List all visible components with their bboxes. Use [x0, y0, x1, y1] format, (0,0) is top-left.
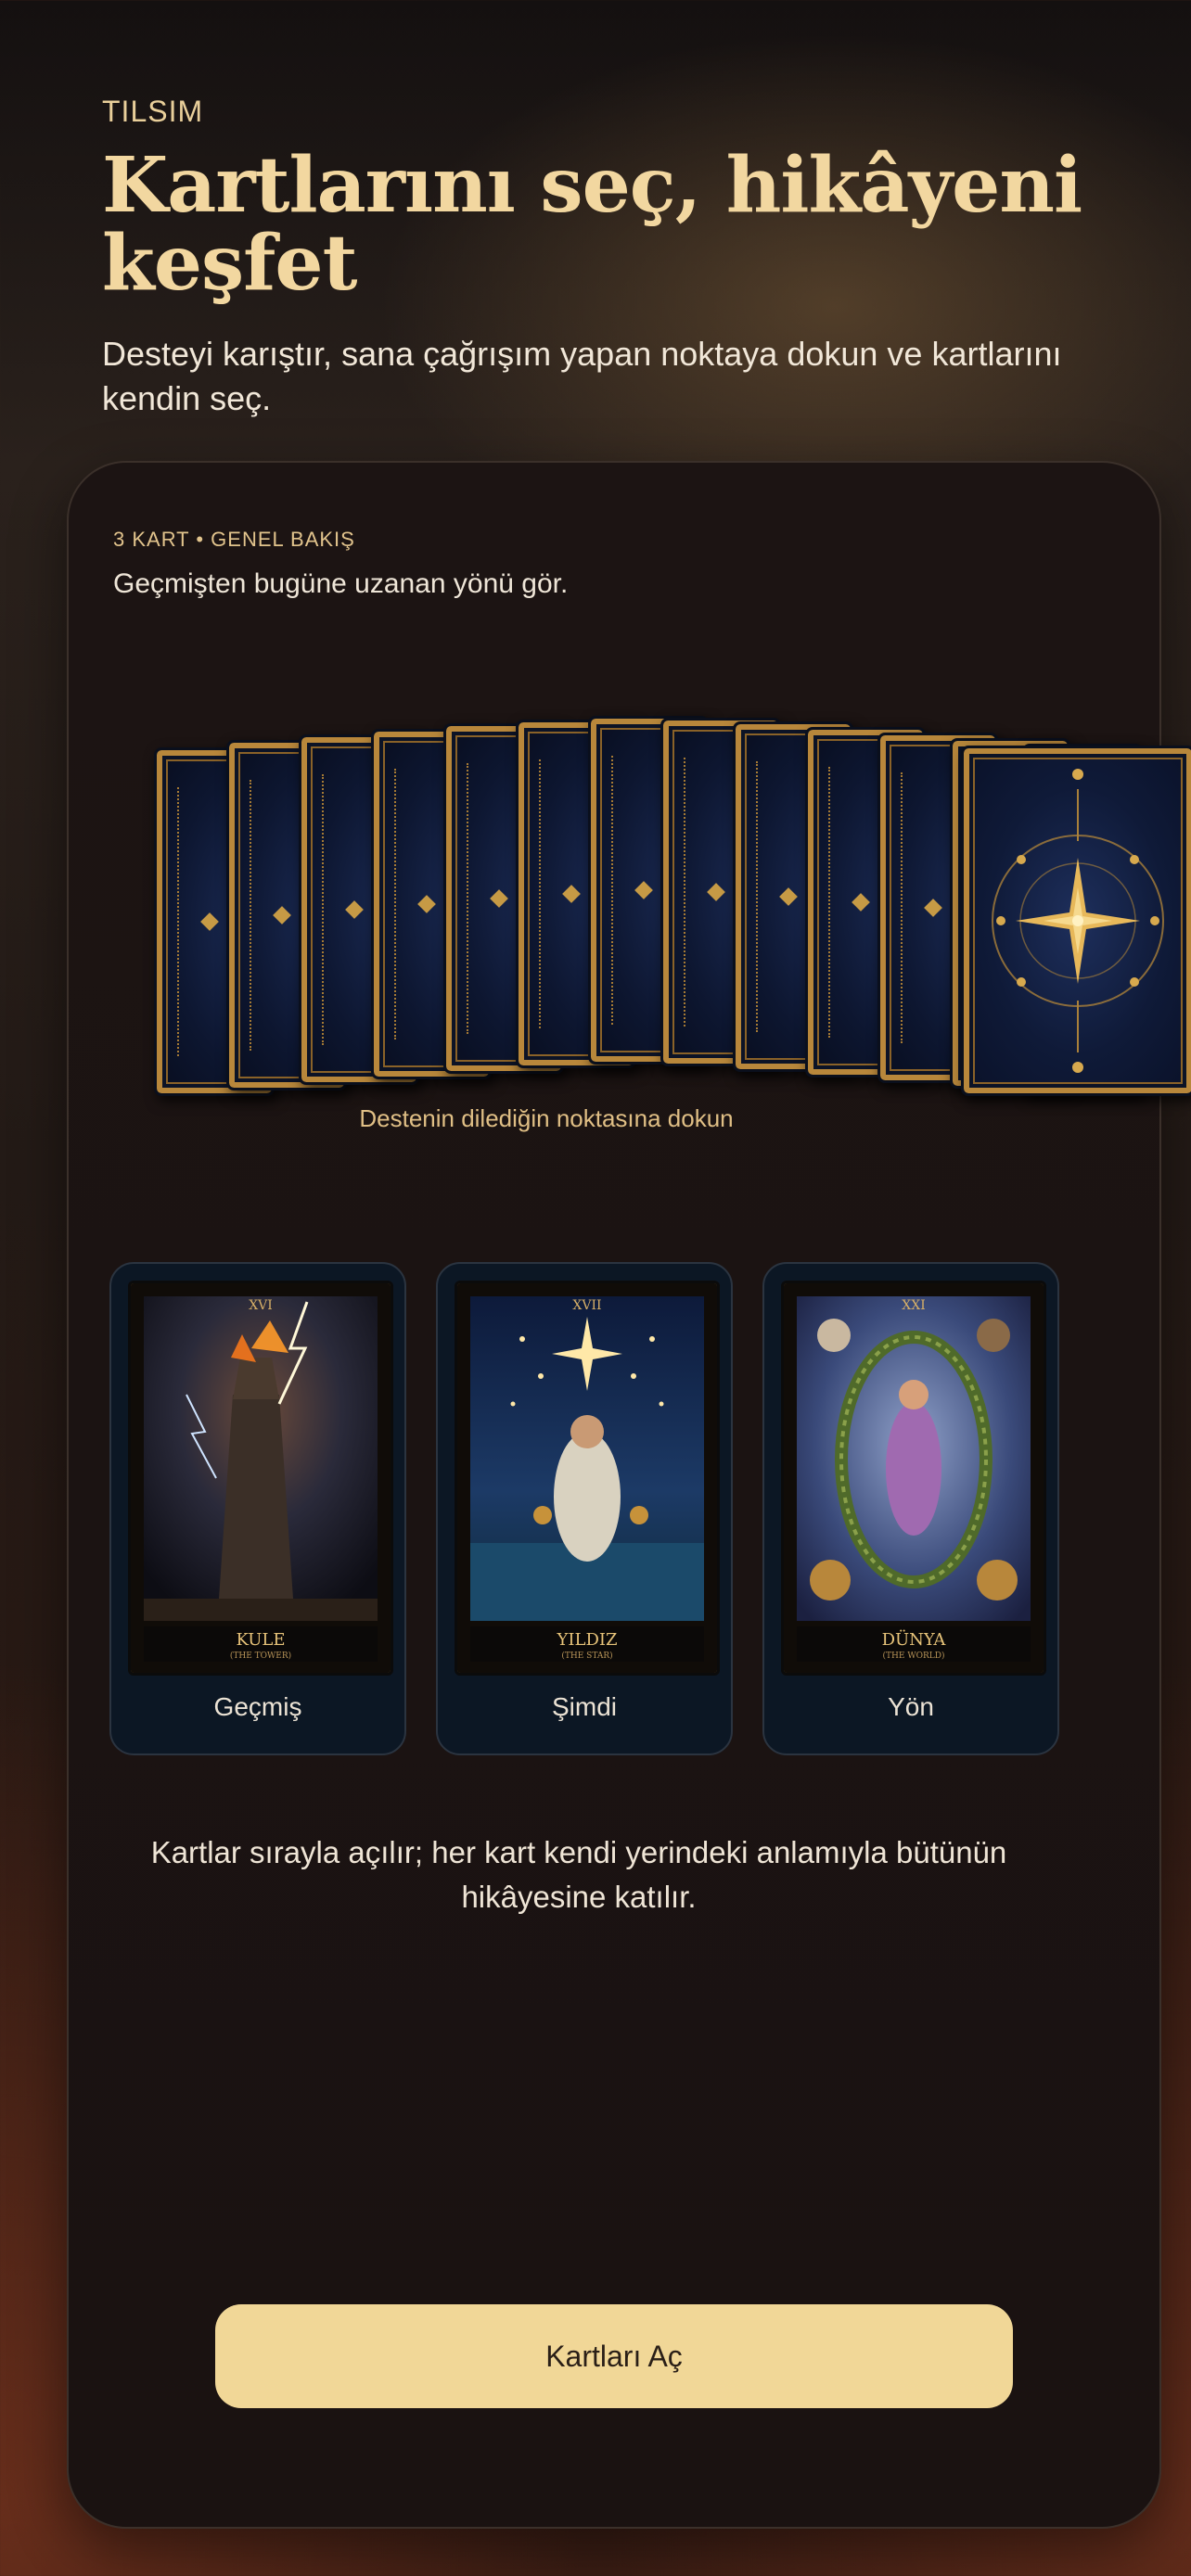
tarot-card-star[interactable]: XVII YILDIZ (THE STAR)	[455, 1281, 720, 1676]
card-ornament-dot	[924, 899, 942, 917]
tarot-card-tower[interactable]: XVI KULE (THE TOWER)	[128, 1281, 393, 1676]
deck-card-top[interactable]	[961, 746, 1191, 1096]
card-ornament-dot	[634, 881, 653, 899]
tower-card-subtitle: (THE TOWER)	[230, 1651, 291, 1661]
star-card-subtitle: (THE STAR)	[561, 1651, 612, 1661]
reveal-cards-button[interactable]: Kartları Aç	[215, 2304, 1013, 2408]
reading-note: Kartlar sırayla açılır; her kart kendi y…	[150, 1835, 1007, 1914]
eyebrow-label: TILSIM	[102, 95, 204, 128]
card-ornament-dot	[562, 885, 581, 903]
card-slot-direction[interactable]: XXI DÜNYA (THE WORLD) Yön	[762, 1262, 1059, 1755]
card-ornament-dot	[490, 889, 508, 908]
slot-label-direction: Yön	[888, 1692, 934, 1721]
world-card-name: DÜNYA	[882, 1628, 947, 1650]
slot-label-past: Geçmiş	[213, 1692, 302, 1721]
page-title: Kartlarını seç, hikâyeni keşfet	[102, 141, 1082, 308]
card-ornament-dot	[200, 912, 219, 931]
world-card-art: XXI DÜNYA (THE WORLD)	[784, 1283, 1044, 1673]
spread-label: 3 KART • GENEL BAKIŞ	[113, 528, 355, 551]
reading-panel: 3 KART • GENEL BAKIŞ Geçmişten bugüne uz…	[67, 461, 1191, 2529]
card-slot-present[interactable]: XVII YILDIZ (THE STAR) Şimdi	[436, 1262, 733, 1755]
spread-description: Geçmişten bugüne uzanan yönü gör.	[113, 568, 569, 599]
page-lead: Desteyi karıştır, sana çağrışım yapan no…	[102, 335, 1062, 417]
tower-card-numeral: XVI	[249, 1298, 273, 1313]
star-compass-icon	[992, 769, 1164, 1073]
card-slots: XVI KULE (THE TOWER) Geçmiş XVII YILDIZ …	[109, 1262, 1093, 1755]
star-card-art: XVII YILDIZ (THE STAR)	[457, 1283, 717, 1673]
world-card-numeral: XXI	[902, 1298, 925, 1313]
card-slot-past[interactable]: XVI KULE (THE TOWER) Geçmiş	[109, 1262, 406, 1755]
card-ornament-dot	[707, 883, 725, 901]
deck-hint: Destenin dilediğin noktasına dokun	[359, 1104, 734, 1132]
tower-card-art: XVI KULE (THE TOWER)	[131, 1283, 391, 1673]
world-card-subtitle: (THE WORLD)	[883, 1651, 945, 1661]
card-ornament-dot	[273, 906, 291, 925]
star-card-name: YILDIZ	[557, 1630, 618, 1650]
tower-card-name: KULE	[236, 1630, 285, 1650]
card-ornament-dot	[779, 887, 798, 906]
card-deck[interactable]	[87, 699, 1191, 1107]
star-card-numeral: XVII	[572, 1298, 601, 1313]
card-ornament-dot	[417, 895, 436, 913]
tarot-card-world[interactable]: XXI DÜNYA (THE WORLD)	[781, 1281, 1046, 1676]
slot-label-present: Şimdi	[551, 1692, 617, 1721]
card-ornament-dot	[852, 893, 870, 912]
card-ornament-dot	[345, 900, 364, 919]
